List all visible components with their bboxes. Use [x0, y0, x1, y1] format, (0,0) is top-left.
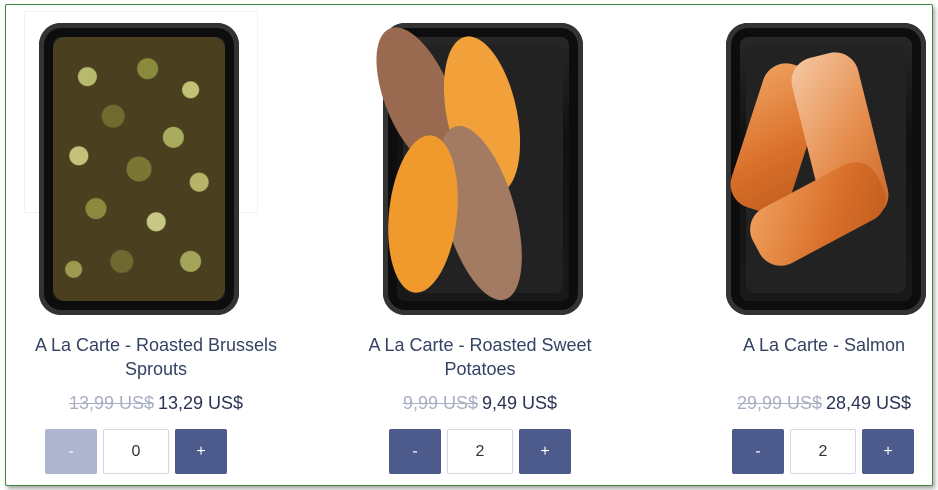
increase-quantity-button[interactable]: + — [175, 429, 227, 474]
brussels-sprouts-food — [53, 37, 225, 301]
product-grid: A La Carte - Roasted Brussels Sprouts 13… — [5, 4, 933, 486]
quantity-input[interactable]: 0 — [103, 429, 169, 474]
old-price: 29,99 US$ — [736, 393, 822, 413]
product-image-salmon[interactable] — [724, 23, 926, 315]
current-price: 9,49 US$ — [482, 393, 558, 413]
product-image-brussels-sprouts[interactable] — [39, 23, 239, 315]
quantity-stepper: - 0 + — [6, 429, 306, 475]
product-title-line2[interactable]: Potatoes — [330, 357, 630, 381]
old-price: 9,99 US$ — [402, 393, 478, 413]
product-card-sweet-potatoes: A La Carte - Roasted Sweet Potatoes 9,99… — [330, 5, 630, 485]
current-price: 28,49 US$ — [826, 393, 912, 413]
quantity-stepper: - 2 + — [330, 429, 630, 475]
price-row: 9,99 US$ 9,49 US$ — [330, 393, 630, 414]
product-image-sweet-potatoes[interactable] — [359, 16, 583, 315]
product-card-salmon: A La Carte - Salmon 29,99 US$ 28,49 US$ -… — [674, 5, 932, 485]
product-title[interactable]: A La Carte - Salmon — [674, 333, 932, 357]
price-row: 13,99 US$ 13,29 US$ — [6, 393, 306, 414]
increase-quantity-button[interactable]: + — [519, 429, 571, 474]
product-title-line2[interactable]: Sprouts — [6, 357, 306, 381]
product-title[interactable]: A La Carte - Roasted Brussels Sprouts — [6, 333, 306, 381]
decrease-quantity-button[interactable]: - — [389, 429, 441, 474]
current-price: 13,29 US$ — [158, 393, 244, 413]
decrease-quantity-button[interactable]: - — [732, 429, 784, 474]
quantity-input[interactable]: 2 — [447, 429, 513, 474]
decrease-quantity-button[interactable]: - — [45, 429, 97, 474]
quantity-input[interactable]: 2 — [790, 429, 856, 474]
quantity-stepper: - 2 + — [674, 429, 932, 475]
product-card-brussels-sprouts: A La Carte - Roasted Brussels Sprouts 13… — [6, 5, 306, 485]
price-row: 29,99 US$ 28,49 US$ — [674, 393, 932, 414]
product-title[interactable]: A La Carte - Roasted Sweet Potatoes — [330, 333, 630, 381]
increase-quantity-button[interactable]: + — [862, 429, 914, 474]
product-title-line1[interactable]: A La Carte - Salmon — [674, 333, 932, 357]
product-title-line1[interactable]: A La Carte - Roasted Sweet — [330, 333, 630, 357]
old-price: 13,99 US$ — [68, 393, 154, 413]
product-title-line1[interactable]: A La Carte - Roasted Brussels — [6, 333, 306, 357]
